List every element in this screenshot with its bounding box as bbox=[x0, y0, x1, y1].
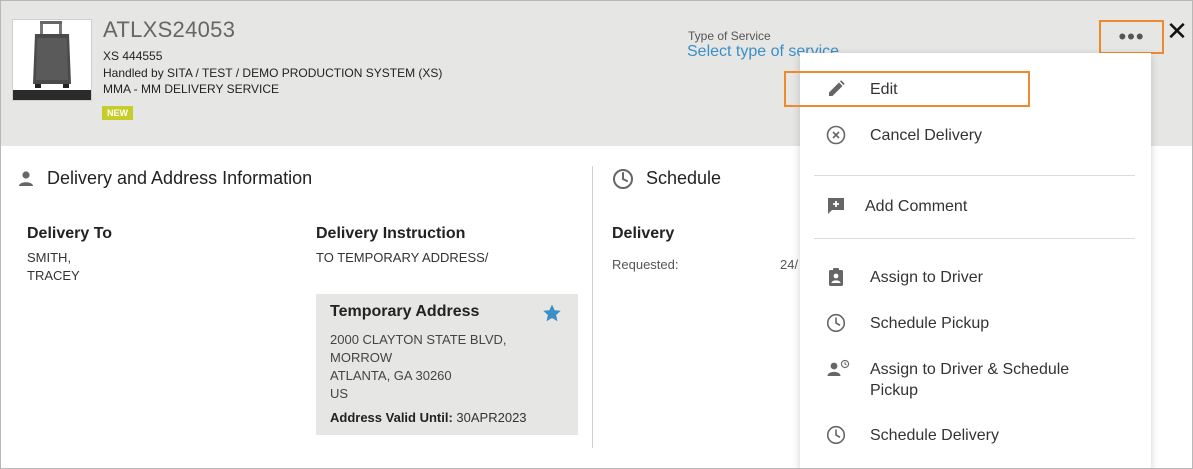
menu-item-assign-to-driver[interactable]: Assign to Driver bbox=[800, 265, 1151, 289]
address-valid-until: Address Valid Until: 30APR2023 bbox=[330, 410, 527, 425]
delivery-to-label: Delivery To bbox=[27, 225, 113, 242]
more-dots-icon: ••• bbox=[1118, 24, 1145, 49]
clock-icon bbox=[826, 425, 846, 445]
clock-icon bbox=[613, 169, 633, 189]
menu-label-edit: Edit bbox=[870, 81, 898, 98]
bag-tag-number: ATLXS24053 bbox=[103, 17, 236, 42]
menu-divider bbox=[814, 238, 1135, 239]
delivery-section-title: Delivery and Address Information bbox=[47, 168, 313, 188]
service-type-label: Type of Service bbox=[688, 29, 771, 43]
file-reference: XS 444555 bbox=[103, 49, 163, 63]
schedule-section-title: Schedule bbox=[646, 168, 722, 188]
address-line-2: MORROW bbox=[330, 350, 393, 365]
handled-by-text: Handled by SITA / TEST / DEMO PRODUCTION… bbox=[103, 66, 443, 80]
address-line-4: US bbox=[330, 386, 349, 401]
clock-icon bbox=[826, 313, 846, 333]
delivery-to-name-line-1: SMITH, bbox=[27, 250, 72, 265]
requested-label: Requested: bbox=[612, 257, 679, 272]
menu-item-schedule-delivery[interactable]: Schedule Delivery bbox=[800, 423, 1151, 447]
menu-label-cancel-delivery: Cancel Delivery bbox=[870, 127, 983, 144]
cancel-circle-icon bbox=[826, 125, 846, 145]
delivery-detail-panel: ATLXS24053 XS 444555 Handled by SITA / T… bbox=[0, 0, 1193, 469]
person-icon bbox=[19, 171, 33, 186]
clipboard-person-icon bbox=[829, 268, 843, 286]
close-icon: ✕ bbox=[1166, 15, 1188, 46]
close-button[interactable]: ✕ bbox=[1165, 16, 1189, 46]
delivery-instruction-label: Delivery Instruction bbox=[316, 225, 466, 242]
menu-item-assign-and-schedule-pickup[interactable]: Assign to Driver & Schedule Pickup bbox=[800, 357, 1151, 403]
address-line-3: ATLANTA, GA 30260 bbox=[330, 368, 452, 383]
menu-label-schedule-delivery: Schedule Delivery bbox=[870, 427, 999, 444]
actions-menu: Edit Cancel Delivery Add Comment Assign … bbox=[800, 53, 1151, 468]
menu-label-schedule-pickup: Schedule Pickup bbox=[870, 315, 990, 332]
pencil-icon bbox=[829, 80, 845, 96]
menu-label-assign-to-driver: Assign to Driver bbox=[870, 269, 983, 286]
valid-until-label: Address Valid Until: bbox=[330, 410, 453, 425]
menu-item-edit[interactable]: Edit bbox=[800, 77, 1151, 101]
delivery-to-name-line-2: TRACEY bbox=[27, 268, 80, 283]
menu-item-add-comment[interactable]: Add Comment bbox=[800, 194, 1151, 218]
more-actions-button[interactable]: ••• bbox=[1099, 20, 1164, 54]
section-divider bbox=[592, 166, 593, 448]
menu-item-cancel-delivery[interactable]: Cancel Delivery bbox=[800, 123, 1151, 147]
service-name: MMA - MM DELIVERY SERVICE bbox=[103, 82, 280, 96]
address-line-1: 2000 CLAYTON STATE BLVD, bbox=[330, 332, 507, 347]
status-badge: NEW bbox=[102, 106, 133, 120]
menu-item-schedule-pickup[interactable]: Schedule Pickup bbox=[800, 311, 1151, 335]
schedule-delivery-label: Delivery bbox=[612, 225, 675, 242]
temporary-address-title: Temporary Address bbox=[330, 303, 480, 320]
delivery-instruction-value: TO TEMPORARY ADDRESS/ bbox=[316, 250, 489, 265]
requested-value: 24/ bbox=[780, 257, 799, 272]
person-clock-icon bbox=[827, 359, 850, 376]
menu-label-assign-and-schedule-pickup: Assign to Driver & Schedule Pickup bbox=[870, 361, 1070, 399]
menu-divider bbox=[814, 175, 1135, 176]
valid-until-value: 30APR2023 bbox=[452, 410, 527, 425]
temporary-address-card: Temporary Address 2000 CLAYTON STATE BLV… bbox=[316, 294, 578, 435]
menu-label-add-comment: Add Comment bbox=[865, 198, 968, 215]
add-comment-icon bbox=[828, 198, 844, 214]
bag-image bbox=[12, 19, 92, 101]
star-icon[interactable] bbox=[542, 303, 562, 323]
